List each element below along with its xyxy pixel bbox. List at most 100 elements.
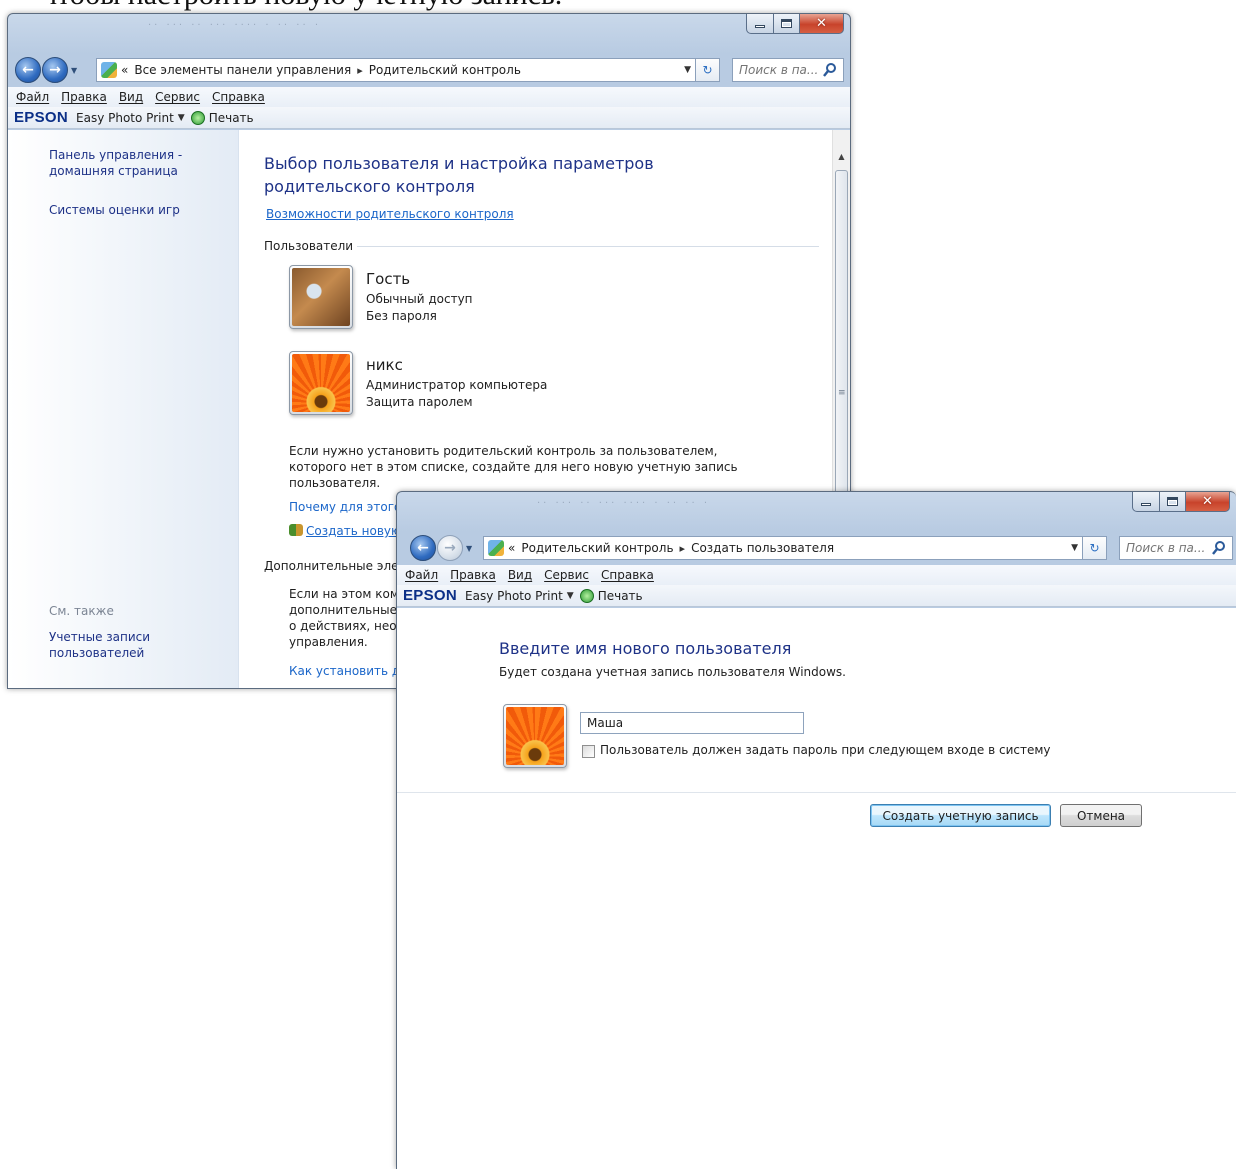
easy-photo-print-dropdown-icon[interactable]: ▼ [178,113,185,123]
hint-line2: которого нет в этом списке, создайте для… [289,460,738,474]
breadcrumb-parental-controls[interactable]: Родительский контроль [369,63,521,77]
maximize-button[interactable] [1160,492,1186,512]
address-dropdown-icon[interactable]: ▼ [684,65,691,75]
users-icon [289,524,303,536]
back-arrow-icon: ← [22,62,34,78]
search-box[interactable] [732,58,844,82]
address-bar[interactable]: « Все элементы панели управления ▸ Родит… [96,58,696,82]
maximize-icon [1167,497,1178,506]
menu-edit[interactable]: Правка [450,568,496,582]
forward-arrow-icon: → [444,540,456,556]
title-bar[interactable]: ·· ··· ·· ··· ···· · ·· ·· · ✕ [397,492,1236,532]
command-bar: EPSON Easy Photo Print ▼ Печать [397,585,1236,607]
guest-user-name[interactable]: Гость [366,270,410,288]
page-title: Введите имя нового пользователя [499,639,792,658]
aero-reflection: ·· ··· ·· ··· ···· · ·· ·· · [537,498,711,509]
control-panel-icon [101,62,117,78]
document-heading: чтобы настроить новую учетную запись. [42,0,562,12]
easy-photo-print-button[interactable]: Easy Photo Print [465,589,563,603]
minimize-button[interactable] [746,14,774,34]
title-bar[interactable]: ·· ··· ·· ··· ···· · ·· ·· · ✕ [8,14,850,54]
breadcrumb-separator-icon[interactable]: ▸ [680,542,686,555]
epson-logo: EPSON [14,109,69,126]
minimize-icon [755,25,765,28]
print-button[interactable]: Печать [598,589,643,603]
new-user-tile [503,704,567,768]
back-arrow-icon: ← [417,540,429,556]
breadcrumb-separator-icon[interactable]: ▸ [357,64,363,77]
page-subtitle: Будет создана учетная запись пользовател… [499,665,846,679]
breadcrumb-all-control-panel-items[interactable]: Все элементы панели управления [134,63,351,77]
minimize-button[interactable] [1132,492,1160,512]
address-prefix: « [508,541,516,555]
page-title-line2: родительского контроля [264,177,475,196]
additional-line3: о действиях, необ [289,619,405,633]
back-button[interactable]: ← [410,535,436,561]
print-button[interactable]: Печать [209,111,254,125]
minimize-icon [1141,503,1151,506]
user-name-input[interactable] [580,712,804,734]
history-dropdown-icon[interactable]: ▼ [466,544,476,553]
control-panel-home-link[interactable]: Панель управления - домашняя страница [49,147,182,179]
maximize-button[interactable] [774,14,800,34]
menu-file[interactable]: Файл [405,568,438,582]
create-new-account-link-row[interactable]: Создать новую [289,524,401,538]
niks-user-name[interactable]: никс [366,356,403,374]
scroll-grip-icon: ≡ [838,388,846,398]
breadcrumb-parental-controls[interactable]: Родительский контроль [521,541,673,555]
close-button[interactable]: ✕ [1186,492,1230,512]
password-change-checkbox[interactable] [582,745,595,758]
task-pane: Панель управления - домашняя страница Си… [8,130,239,688]
close-button[interactable]: ✕ [800,14,844,34]
new-user-account-picture [506,707,564,765]
menu-edit[interactable]: Правка [61,90,107,104]
cancel-button[interactable]: Отмена [1060,804,1142,827]
guest-user-tile[interactable] [289,265,353,329]
see-also-label: См. также [49,604,114,618]
section-divider [357,245,819,247]
navigation-bar: ← → ▼ « Родительский контроль ▸ Создать … [397,532,1236,564]
back-button[interactable]: ← [15,57,41,83]
refresh-button[interactable]: ↻ [1083,536,1107,560]
address-dropdown-icon[interactable]: ▼ [1071,543,1078,553]
menu-help[interactable]: Справка [601,568,654,582]
close-icon: ✕ [1202,494,1213,509]
hint-line1: Если нужно установить родительский контр… [289,444,718,458]
refresh-button[interactable]: ↻ [696,58,720,82]
parental-controls-features-link[interactable]: Возможности родительского контроля [266,207,514,221]
game-ratings-link[interactable]: Системы оценки игр [49,202,180,218]
content-area: Введите имя нового пользователя Будет со… [397,608,1236,1169]
menu-help[interactable]: Справка [212,90,265,104]
additional-line1: Если на этом ком [289,587,399,601]
printer-icon [190,110,205,125]
search-icon[interactable] [1211,540,1227,556]
scroll-up-icon[interactable]: ▲ [833,148,850,166]
create-new-account-link[interactable]: Создать новую [306,524,401,538]
easy-photo-print-dropdown-icon[interactable]: ▼ [567,591,574,601]
why-password-link[interactable]: Почему для этого [289,500,401,514]
password-change-label[interactable]: Пользователь должен задать пароль при сл… [600,743,1051,757]
menu-view[interactable]: Вид [508,568,532,582]
niks-user-tile[interactable] [289,351,353,415]
forward-button[interactable]: → [42,57,68,83]
history-dropdown-icon[interactable]: ▼ [71,66,81,75]
search-box[interactable] [1119,536,1233,560]
breadcrumb-create-user[interactable]: Создать пользователя [691,541,834,555]
search-icon[interactable] [822,62,838,78]
create-account-hint: Если нужно установить родительский контр… [289,443,738,491]
easy-photo-print-button[interactable]: Easy Photo Print [76,111,174,125]
menu-bar: Файл Правка Вид Сервис Справка [397,565,1236,585]
refresh-icon: ↻ [702,63,713,77]
command-bar: EPSON Easy Photo Print ▼ Печать [8,107,850,129]
user-accounts-link[interactable]: Учетные записи пользователей [49,629,150,661]
how-to-install-link[interactable]: Как установить до [289,664,408,678]
menu-view[interactable]: Вид [119,90,143,104]
menu-file[interactable]: Файл [16,90,49,104]
forward-button[interactable]: → [437,535,463,561]
control-panel-home-line1: Панель управления - [49,148,183,162]
menu-tools[interactable]: Сервис [544,568,589,582]
maximize-icon [781,19,792,28]
menu-tools[interactable]: Сервис [155,90,200,104]
create-account-button[interactable]: Создать учетную запись [870,804,1051,827]
address-bar[interactable]: « Родительский контроль ▸ Создать пользо… [483,536,1083,560]
